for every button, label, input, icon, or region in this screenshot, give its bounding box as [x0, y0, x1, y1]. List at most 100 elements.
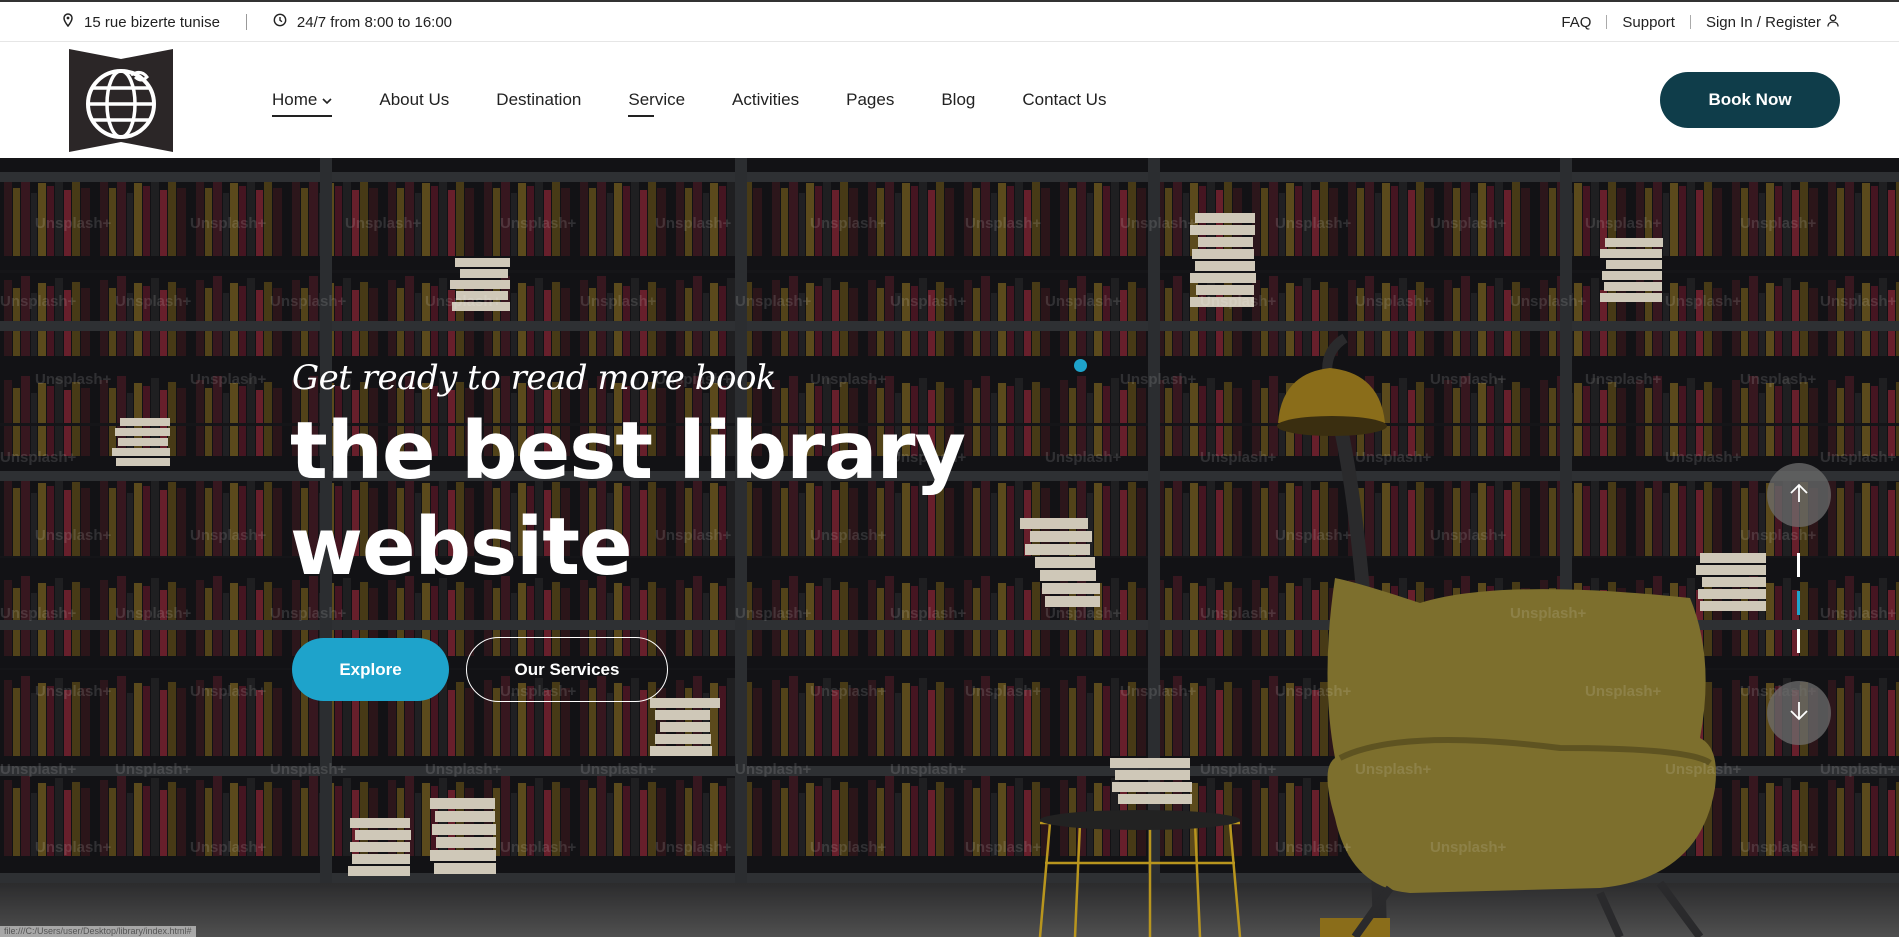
svg-text:Unsplash+: Unsplash+ [1585, 215, 1662, 232]
svg-text:Unsplash+: Unsplash+ [580, 293, 657, 310]
faq-link[interactable]: FAQ [1561, 14, 1591, 31]
svg-text:Unsplash+: Unsplash+ [735, 605, 812, 622]
user-icon [1827, 13, 1839, 31]
svg-text:Unsplash+: Unsplash+ [35, 215, 112, 232]
nav-label: Destination [496, 90, 582, 109]
svg-text:Unsplash+: Unsplash+ [1665, 293, 1742, 310]
svg-text:Unsplash+: Unsplash+ [1275, 527, 1352, 544]
svg-text:Unsplash+: Unsplash+ [1355, 761, 1432, 778]
svg-text:Unsplash+: Unsplash+ [1275, 683, 1352, 700]
svg-text:Unsplash+: Unsplash+ [270, 761, 347, 778]
svg-text:Unsplash+: Unsplash+ [1665, 449, 1742, 466]
top-links: FAQ Support Sign In / Register [1561, 2, 1839, 42]
nav-item-about-us[interactable]: About Us [379, 85, 449, 115]
svg-text:Unsplash+: Unsplash+ [345, 215, 422, 232]
svg-text:Unsplash+: Unsplash+ [115, 761, 192, 778]
svg-text:Unsplash+: Unsplash+ [35, 839, 112, 856]
svg-text:Unsplash+: Unsplash+ [1585, 683, 1662, 700]
our-services-button[interactable]: Our Services [466, 637, 668, 702]
svg-text:Unsplash+: Unsplash+ [810, 683, 887, 700]
svg-text:Unsplash+: Unsplash+ [1820, 449, 1897, 466]
svg-text:Unsplash+: Unsplash+ [35, 527, 112, 544]
support-link[interactable]: Support [1622, 14, 1675, 31]
svg-text:Unsplash+: Unsplash+ [500, 215, 577, 232]
top-info-left: 15 rue bizerte tunise 24/7 from 8:00 to … [62, 2, 452, 42]
svg-text:Unsplash+: Unsplash+ [1740, 215, 1817, 232]
signin-label: Sign In / Register [1705, 13, 1821, 31]
nav-label: Service [628, 90, 686, 109]
clock-icon [273, 13, 287, 31]
svg-text:Unsplash+: Unsplash+ [1740, 839, 1817, 856]
nav-item-pages[interactable]: Pages [846, 85, 894, 115]
svg-text:Unsplash+: Unsplash+ [965, 839, 1042, 856]
svg-text:Unsplash+: Unsplash+ [1430, 371, 1507, 388]
svg-text:Unsplash+: Unsplash+ [1665, 761, 1742, 778]
svg-text:Unsplash+: Unsplash+ [35, 683, 112, 700]
hero-section: Unsplash+ Unsplash+ Unsplash+ Unsplash+ Unsp… [0, 158, 1899, 937]
nav-label: Home [272, 90, 318, 109]
nav-label: Contact Us [1022, 90, 1107, 109]
svg-text:Unsplash+: Unsplash+ [1430, 839, 1507, 856]
svg-text:Unsplash+: Unsplash+ [1740, 527, 1817, 544]
svg-text:Unsplash+: Unsplash+ [1200, 761, 1277, 778]
svg-text:Unsplash+: Unsplash+ [890, 293, 967, 310]
nav-item-blog[interactable]: Blog [941, 85, 975, 115]
svg-text:Unsplash+: Unsplash+ [965, 215, 1042, 232]
address-text: 15 rue bizerte tunise [84, 13, 220, 31]
svg-text:Unsplash+: Unsplash+ [580, 761, 657, 778]
divider [1689, 15, 1691, 29]
svg-text:Unsplash+: Unsplash+ [810, 839, 887, 856]
map-pin-icon [62, 13, 74, 31]
arrow-up-icon [1788, 482, 1810, 509]
book-now-button[interactable]: Book Now [1660, 72, 1840, 128]
svg-text:Unsplash+: Unsplash+ [190, 527, 267, 544]
hero-headline: the best library website [290, 403, 990, 595]
arrow-down-icon [1788, 700, 1810, 727]
slide-indicator-1[interactable] [1797, 553, 1800, 577]
nav-item-destination[interactable]: Destination [496, 85, 581, 115]
svg-text:Unsplash+: Unsplash+ [1430, 215, 1507, 232]
slide-indicator-3[interactable] [1797, 629, 1800, 653]
hours-text: 24/7 from 8:00 to 16:00 [296, 13, 453, 31]
svg-text:Unsplash+: Unsplash+ [0, 293, 77, 310]
slide-indicator-2[interactable] [1797, 591, 1800, 615]
svg-text:Unsplash+: Unsplash+ [810, 371, 887, 388]
svg-text:Unsplash+: Unsplash+ [0, 605, 77, 622]
svg-text:Unsplash+: Unsplash+ [190, 371, 267, 388]
svg-text:Unsplash+: Unsplash+ [1045, 449, 1122, 466]
nav-item-service[interactable]: Service [628, 85, 686, 117]
svg-text:Unsplash+: Unsplash+ [425, 761, 502, 778]
site-logo[interactable] [69, 49, 173, 152]
headline-line-1: the best library [290, 405, 966, 497]
hero-tagline: Get ready to read more book [292, 358, 777, 398]
nav-item-home[interactable]: Home [272, 85, 333, 117]
nav-item-activities[interactable]: Activities [732, 85, 799, 115]
svg-text:Unsplash+: Unsplash+ [115, 293, 192, 310]
svg-text:Unsplash+: Unsplash+ [35, 371, 112, 388]
svg-text:Unsplash+: Unsplash+ [735, 761, 812, 778]
slide-down-button[interactable] [1767, 681, 1831, 745]
nav-label: Blog [941, 90, 976, 109]
divider [245, 14, 247, 30]
svg-text:Unsplash+: Unsplash+ [890, 761, 967, 778]
svg-text:Unsplash+: Unsplash+ [1275, 839, 1352, 856]
svg-text:Unsplash+: Unsplash+ [1585, 371, 1662, 388]
svg-text:Unsplash+: Unsplash+ [1275, 215, 1352, 232]
svg-text:Unsplash+: Unsplash+ [425, 293, 502, 310]
divider [1606, 15, 1608, 29]
svg-text:Unsplash+: Unsplash+ [0, 449, 77, 466]
cursor-dot [1074, 359, 1087, 372]
svg-text:Unsplash+: Unsplash+ [270, 293, 347, 310]
svg-text:Unsplash+: Unsplash+ [655, 215, 732, 232]
svg-text:Unsplash+: Unsplash+ [190, 215, 267, 232]
svg-text:Unsplash+: Unsplash+ [965, 683, 1042, 700]
svg-text:Unsplash+: Unsplash+ [190, 839, 267, 856]
signin-register-link[interactable]: Sign In / Register [1706, 14, 1839, 31]
svg-text:Unsplash+: Unsplash+ [655, 839, 732, 856]
svg-text:Unsplash+: Unsplash+ [1820, 605, 1897, 622]
svg-text:Unsplash+: Unsplash+ [1200, 293, 1277, 310]
nav-item-contact-us[interactable]: Contact Us [1022, 85, 1106, 115]
slide-up-button[interactable] [1767, 463, 1831, 527]
svg-text:Unsplash+: Unsplash+ [1510, 605, 1587, 622]
explore-button[interactable]: Explore [292, 638, 449, 701]
